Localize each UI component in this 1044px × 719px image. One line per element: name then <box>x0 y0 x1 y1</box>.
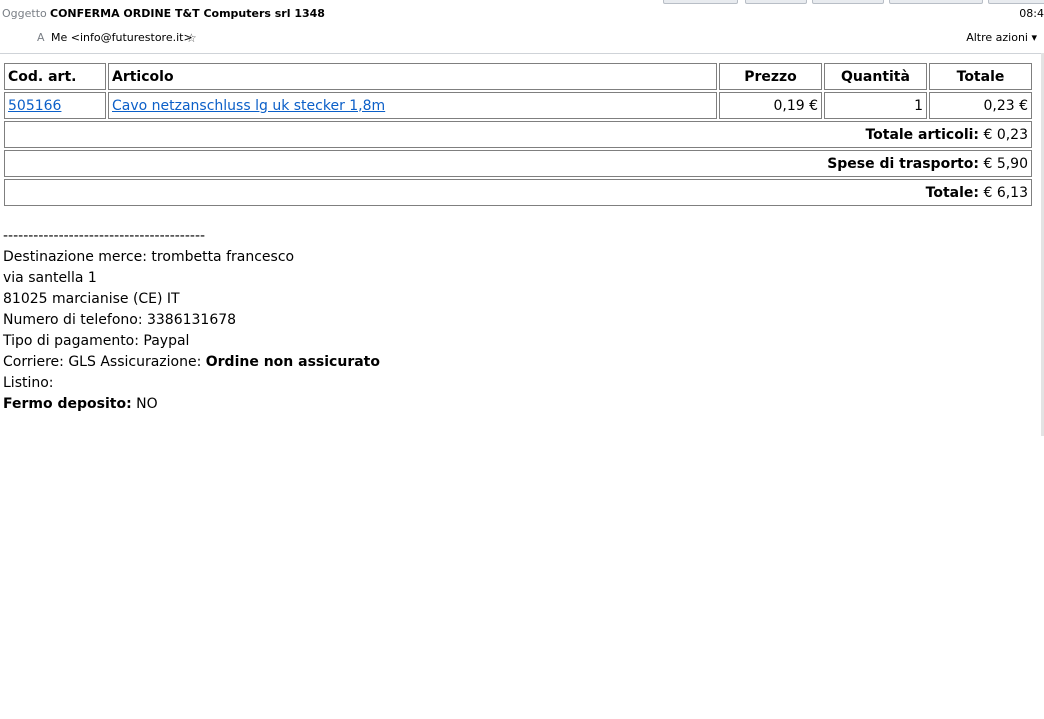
courier-line: Corriere: GLS Assicurazione: Ordine non … <box>3 352 1034 373</box>
message-header: Oggetto CONFERMA ORDINE T&T Computers sr… <box>0 0 1044 54</box>
subtotal-value: € 0,23 <box>983 126 1028 143</box>
street-line: via santella 1 <box>3 270 97 286</box>
courier-text: Corriere: GLS Assicurazione: <box>3 354 206 370</box>
toolbar-button[interactable] <box>745 0 807 4</box>
cell-quantity: 1 <box>824 92 927 119</box>
grand-total-cell: Totale: € 6,13 <box>4 179 1032 206</box>
product-code-link[interactable]: 505166 <box>8 98 61 114</box>
column-header-price: Prezzo <box>719 63 822 90</box>
cell-total: 0,23 € <box>929 92 1032 119</box>
price-list-line: Listino: <box>3 375 54 391</box>
toolbar-button[interactable] <box>663 0 738 4</box>
subtotal-row: Totale articoli: € 0,23 <box>4 121 1032 148</box>
toolbar-button[interactable] <box>812 0 884 4</box>
column-header-total: Totale <box>929 63 1032 90</box>
grand-total-value: € 6,13 <box>983 184 1028 201</box>
column-header-code: Cod. art. <box>4 63 106 90</box>
recipient-label: A <box>37 31 45 44</box>
order-table: Cod. art. Articolo Prezzo Quantità Total… <box>2 61 1034 208</box>
shipping-label: Spese di trasporto: <box>827 155 980 172</box>
star-outline-icon[interactable]: ☆ <box>186 30 197 46</box>
message-body: Cod. art. Articolo Prezzo Quantità Total… <box>3 62 1034 415</box>
destination-line: Destinazione merce: trombetta francesco <box>3 249 295 265</box>
subject-text: CONFERMA ORDINE T&T Computers srl 1348 <box>50 7 325 20</box>
cell-price: 0,19 € <box>719 92 822 119</box>
shipping-row: Spese di trasporto: € 5,90 <box>4 150 1032 177</box>
shipping-value: € 5,90 <box>983 155 1028 172</box>
insurance-status: Ordine non assicurato <box>205 354 380 370</box>
more-actions-menu[interactable]: Altre azioni ▾ <box>966 30 1037 46</box>
subtotal-cell: Totale articoli: € 0,23 <box>4 121 1032 148</box>
column-header-article: Articolo <box>108 63 717 90</box>
payment-line: Tipo di pagamento: Paypal <box>3 333 190 349</box>
recipient-address[interactable]: Me <info@futurestore.it> <box>51 30 193 46</box>
subject-label: Oggetto <box>2 7 47 20</box>
table-header-row: Cod. art. Articolo Prezzo Quantità Total… <box>4 63 1032 90</box>
toolbar-button[interactable] <box>988 0 1044 4</box>
pickup-label: Fermo deposito: <box>3 396 132 412</box>
city-line: 81025 marcianise (CE) IT <box>3 291 180 307</box>
cell-article: Cavo netzanschluss lg uk stecker 1,8m <box>108 92 717 119</box>
shipping-details: ----------------------------------------… <box>3 226 1034 415</box>
grand-total-label: Totale: <box>925 184 980 201</box>
table-row: 505166 Cavo netzanschluss lg uk stecker … <box>4 92 1032 119</box>
subtotal-label: Totale articoli: <box>865 126 980 143</box>
separator-line: ---------------------------------------- <box>3 228 206 244</box>
pickup-line: Fermo deposito: NO <box>3 394 1034 415</box>
grand-total-row: Totale: € 6,13 <box>4 179 1032 206</box>
shipping-cell: Spese di trasporto: € 5,90 <box>4 150 1032 177</box>
cell-code: 505166 <box>4 92 106 119</box>
toolbar-button[interactable] <box>889 0 983 4</box>
pickup-value: NO <box>131 396 158 412</box>
product-name-link[interactable]: Cavo netzanschluss lg uk stecker 1,8m <box>112 98 385 114</box>
column-header-quantity: Quantità <box>824 63 927 90</box>
message-time: 08:4 <box>1019 7 1044 20</box>
phone-line: Numero di telefono: 3386131678 <box>3 312 237 328</box>
